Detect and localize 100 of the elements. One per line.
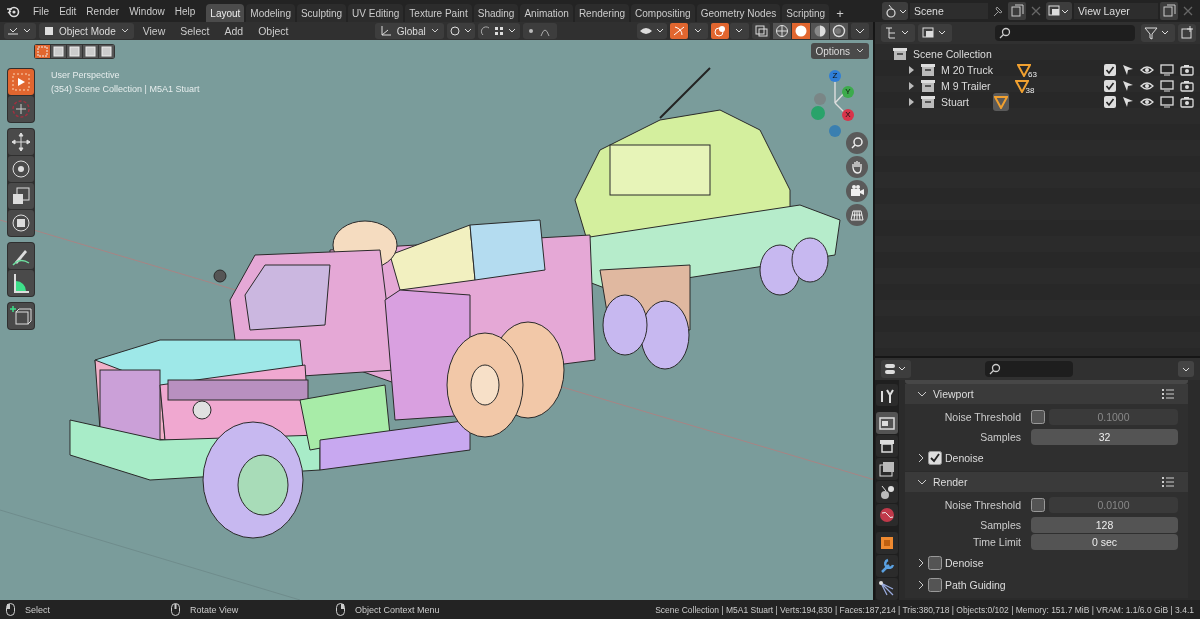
scene-tab-icon[interactable] (876, 481, 898, 503)
scene-field[interactable]: Scene (910, 3, 988, 19)
zoom-icon[interactable] (846, 132, 868, 154)
gizmo-toggle-icon[interactable] (670, 23, 708, 39)
workspace-tab[interactable]: Compositing (631, 4, 695, 22)
expand-arrow-icon[interactable] (907, 82, 915, 90)
monitor-icon[interactable] (1160, 96, 1174, 108)
world-tab-icon[interactable] (876, 504, 898, 526)
search-field[interactable] (995, 25, 1135, 41)
material-shading-icon[interactable] (811, 23, 829, 39)
render-tab-icon[interactable] (876, 412, 898, 434)
menu-item[interactable]: Object (252, 25, 295, 37)
menu-item[interactable]: Render (81, 5, 125, 17)
monitor-icon[interactable] (1160, 64, 1174, 76)
camera-icon[interactable] (846, 180, 868, 202)
axis-label[interactable]: Y (842, 86, 854, 98)
select-tool-icon[interactable] (8, 69, 34, 95)
workspace-tab[interactable]: Texture Paint (405, 4, 472, 22)
selection-mode-icon[interactable] (99, 45, 114, 58)
tool-tab-icon[interactable] (876, 384, 898, 406)
expand-arrow-icon[interactable] (907, 98, 915, 106)
menu-item[interactable]: File (28, 5, 55, 17)
workspace-tab[interactable]: Sculpting (296, 4, 347, 22)
snap-icon[interactable] (477, 23, 520, 39)
chevron-right-icon[interactable] (917, 452, 925, 463)
outliner-row[interactable]: M 20 Truck 63 (875, 62, 1200, 78)
move-tool-icon[interactable] (8, 129, 34, 155)
view-layer-field[interactable]: View Layer (1074, 3, 1158, 19)
copy-icon[interactable] (1160, 2, 1178, 20)
modifier-tab-icon[interactable] (876, 555, 898, 577)
chevron-right-icon[interactable] (917, 579, 925, 590)
xray-icon[interactable] (752, 23, 770, 39)
proportional-edit-icon[interactable] (522, 23, 557, 39)
cursor-arrow-icon[interactable] (1122, 96, 1134, 108)
visibility-icon[interactable] (637, 23, 667, 39)
workspace-tab[interactable]: Modeling (246, 4, 295, 22)
solid-shading-icon[interactable] (792, 23, 810, 39)
menu-item[interactable]: Window (124, 5, 170, 17)
chevron-down-icon[interactable] (917, 390, 927, 398)
copy-icon[interactable] (1008, 2, 1026, 20)
axis-label[interactable]: X (842, 109, 854, 121)
blender-logo-icon[interactable] (6, 4, 20, 18)
particles-tab-icon[interactable] (876, 578, 898, 600)
output-tab-icon[interactable] (876, 435, 898, 457)
list-icon[interactable] (1162, 476, 1174, 488)
menu-item[interactable]: Add (218, 25, 250, 37)
scale-tool-icon[interactable] (8, 183, 34, 209)
rendered-shading-icon[interactable] (830, 23, 848, 39)
number-field[interactable]: 32 (1031, 428, 1178, 445)
add-cube-tool-icon[interactable] (8, 303, 34, 329)
transform-tool-icon[interactable] (8, 210, 34, 236)
panel-header[interactable]: Viewport (905, 384, 1188, 404)
cursor-arrow-icon[interactable] (1122, 64, 1134, 76)
measure-tool-icon[interactable] (8, 270, 34, 296)
outliner-row[interactable]: M 9 Trailer 38 (875, 78, 1200, 94)
chevron-right-icon[interactable] (917, 557, 925, 568)
camera-icon[interactable] (1180, 80, 1194, 92)
wireframe-shading-icon[interactable] (773, 23, 791, 39)
menu-item[interactable]: Help (169, 5, 201, 17)
annotate-tool-icon[interactable] (8, 243, 34, 269)
subpanel-label[interactable]: Denoise (945, 451, 984, 464)
rotate-tool-icon[interactable] (8, 156, 34, 182)
workspace-tab[interactable]: UV Editing (348, 4, 404, 22)
view-layer-icon[interactable] (1046, 2, 1072, 20)
checkbox[interactable] (1104, 96, 1116, 108)
add-workspace-button[interactable]: + (831, 4, 849, 22)
chevron-down-icon[interactable] (917, 478, 927, 486)
workspace-tab[interactable]: Rendering (574, 4, 630, 22)
checkbox[interactable] (928, 577, 942, 592)
panel-header[interactable]: Render (905, 472, 1188, 492)
camera-icon[interactable] (1180, 96, 1194, 108)
eye-icon[interactable] (1140, 96, 1154, 108)
new-collection-icon[interactable] (1178, 24, 1196, 42)
menu-item[interactable]: View (136, 25, 172, 37)
eye-icon[interactable] (1140, 64, 1154, 76)
selection-mode-icon[interactable] (83, 45, 98, 58)
checkbox[interactable] (1104, 64, 1116, 76)
scene-selector-icon[interactable] (882, 2, 908, 20)
number-field[interactable]: 0 sec (1031, 533, 1178, 550)
editor-type-icon[interactable] (881, 360, 911, 378)
view-layer-tab-icon[interactable] (876, 458, 898, 480)
workspace-tab[interactable]: Layout (206, 4, 245, 22)
outliner-row[interactable]: Scene Collection (875, 46, 1200, 62)
workspace-tab[interactable]: Scripting (782, 4, 830, 22)
filter-scene-icon[interactable] (918, 24, 952, 42)
axis-label[interactable]: Z (829, 70, 841, 82)
display-mode-icon[interactable] (881, 24, 915, 42)
shading-menu-icon[interactable] (851, 23, 869, 39)
dropdown-icon[interactable] (1178, 361, 1194, 377)
workspace-tab[interactable]: Shading (473, 4, 519, 22)
eye-icon[interactable] (1140, 80, 1154, 92)
options-dropdown[interactable]: Options (810, 43, 869, 59)
list-icon[interactable] (1162, 388, 1174, 400)
subpanel-label[interactable]: Path Guiding (945, 578, 1006, 591)
camera-icon[interactable] (1180, 64, 1194, 76)
checkbox[interactable] (1104, 80, 1116, 92)
subpanel-label[interactable]: Denoise (945, 556, 984, 569)
search-field[interactable] (985, 361, 1073, 377)
selection-mode-icon[interactable] (51, 45, 66, 58)
number-field[interactable]: 128 (1031, 516, 1178, 533)
